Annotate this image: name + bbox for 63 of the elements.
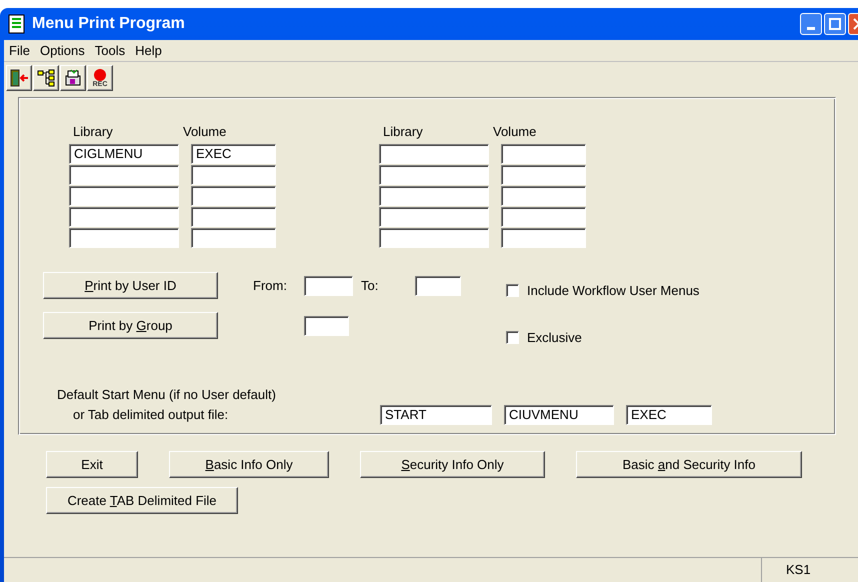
- tree-icon: [36, 68, 56, 88]
- from-label: From:: [253, 277, 288, 296]
- push-button[interactable]: Security Info Only: [360, 451, 545, 478]
- text-field[interactable]: CIUVMENU: [504, 405, 614, 425]
- checkbox[interactable]: [506, 330, 519, 344]
- text-field[interactable]: [191, 228, 276, 248]
- checkbox[interactable]: [506, 284, 519, 298]
- text-field[interactable]: [379, 165, 489, 185]
- text-field[interactable]: [191, 186, 276, 206]
- text-field[interactable]: [191, 165, 276, 185]
- minimize-button[interactable]: [800, 13, 822, 35]
- checkbox-label: Include Workflow User Menus: [527, 282, 700, 300]
- window-title: Menu Print Program: [32, 14, 185, 34]
- text-field[interactable]: [379, 228, 489, 248]
- text-field[interactable]: EXEC: [191, 144, 276, 164]
- push-button[interactable]: Basic Info Only: [169, 451, 329, 478]
- push-button[interactable]: Print by User ID: [43, 272, 218, 299]
- text-field[interactable]: [69, 228, 179, 248]
- toolbar-button[interactable]: [33, 65, 59, 91]
- text-field[interactable]: [501, 228, 586, 248]
- text-field[interactable]: START: [380, 405, 492, 425]
- text-field[interactable]: CIGLMENU: [69, 144, 179, 164]
- text-field[interactable]: [191, 207, 276, 227]
- text-field[interactable]: [379, 207, 489, 227]
- text-field[interactable]: [379, 186, 489, 206]
- push-button[interactable]: Print by Group: [43, 312, 218, 339]
- push-button[interactable]: Basic and Security Info: [576, 451, 802, 478]
- status-panel: KS1: [761, 558, 858, 582]
- text-field[interactable]: [69, 207, 179, 227]
- document-icon: [8, 14, 26, 34]
- door-arrow-icon: [9, 68, 29, 88]
- push-button[interactable]: Create TAB Delimited File: [46, 487, 238, 514]
- maximize-icon: [829, 18, 841, 30]
- toolbar-button[interactable]: [6, 65, 32, 91]
- volume-label: Volume: [492, 123, 536, 140]
- text-field[interactable]: [69, 186, 179, 206]
- toolbar-button[interactable]: [60, 65, 86, 91]
- maximize-button[interactable]: [824, 13, 846, 35]
- text-field[interactable]: [501, 165, 586, 185]
- library-label: Library: [72, 123, 114, 140]
- output-file-label: or Tab delimited output file:: [72, 406, 230, 424]
- text-field[interactable]: [501, 186, 586, 206]
- text-field[interactable]: [501, 207, 586, 227]
- text-field[interactable]: [304, 316, 349, 336]
- record-dot-icon: [94, 68, 106, 80]
- push-button[interactable]: Exit: [46, 451, 138, 478]
- text-field[interactable]: [304, 276, 353, 296]
- text-field[interactable]: [501, 144, 586, 164]
- menu-item[interactable]: Tools: [90, 40, 130, 60]
- printer-icon: [63, 68, 83, 88]
- minimize-icon: [807, 27, 815, 30]
- text-field[interactable]: [69, 165, 179, 185]
- menu-item[interactable]: Help: [130, 40, 167, 60]
- text-field[interactable]: [379, 144, 489, 164]
- menu-item[interactable]: File: [4, 40, 35, 60]
- volume-label: Volume: [182, 123, 226, 140]
- checkbox-label: Exclusive: [527, 328, 582, 346]
- menu-item[interactable]: Options: [34, 40, 90, 60]
- default-start-label: Default Start Menu (if no User default): [57, 386, 277, 404]
- text-field[interactable]: EXEC: [626, 405, 712, 425]
- to-label: To:: [361, 277, 380, 296]
- text-field[interactable]: [415, 276, 461, 296]
- library-label: Library: [382, 123, 424, 140]
